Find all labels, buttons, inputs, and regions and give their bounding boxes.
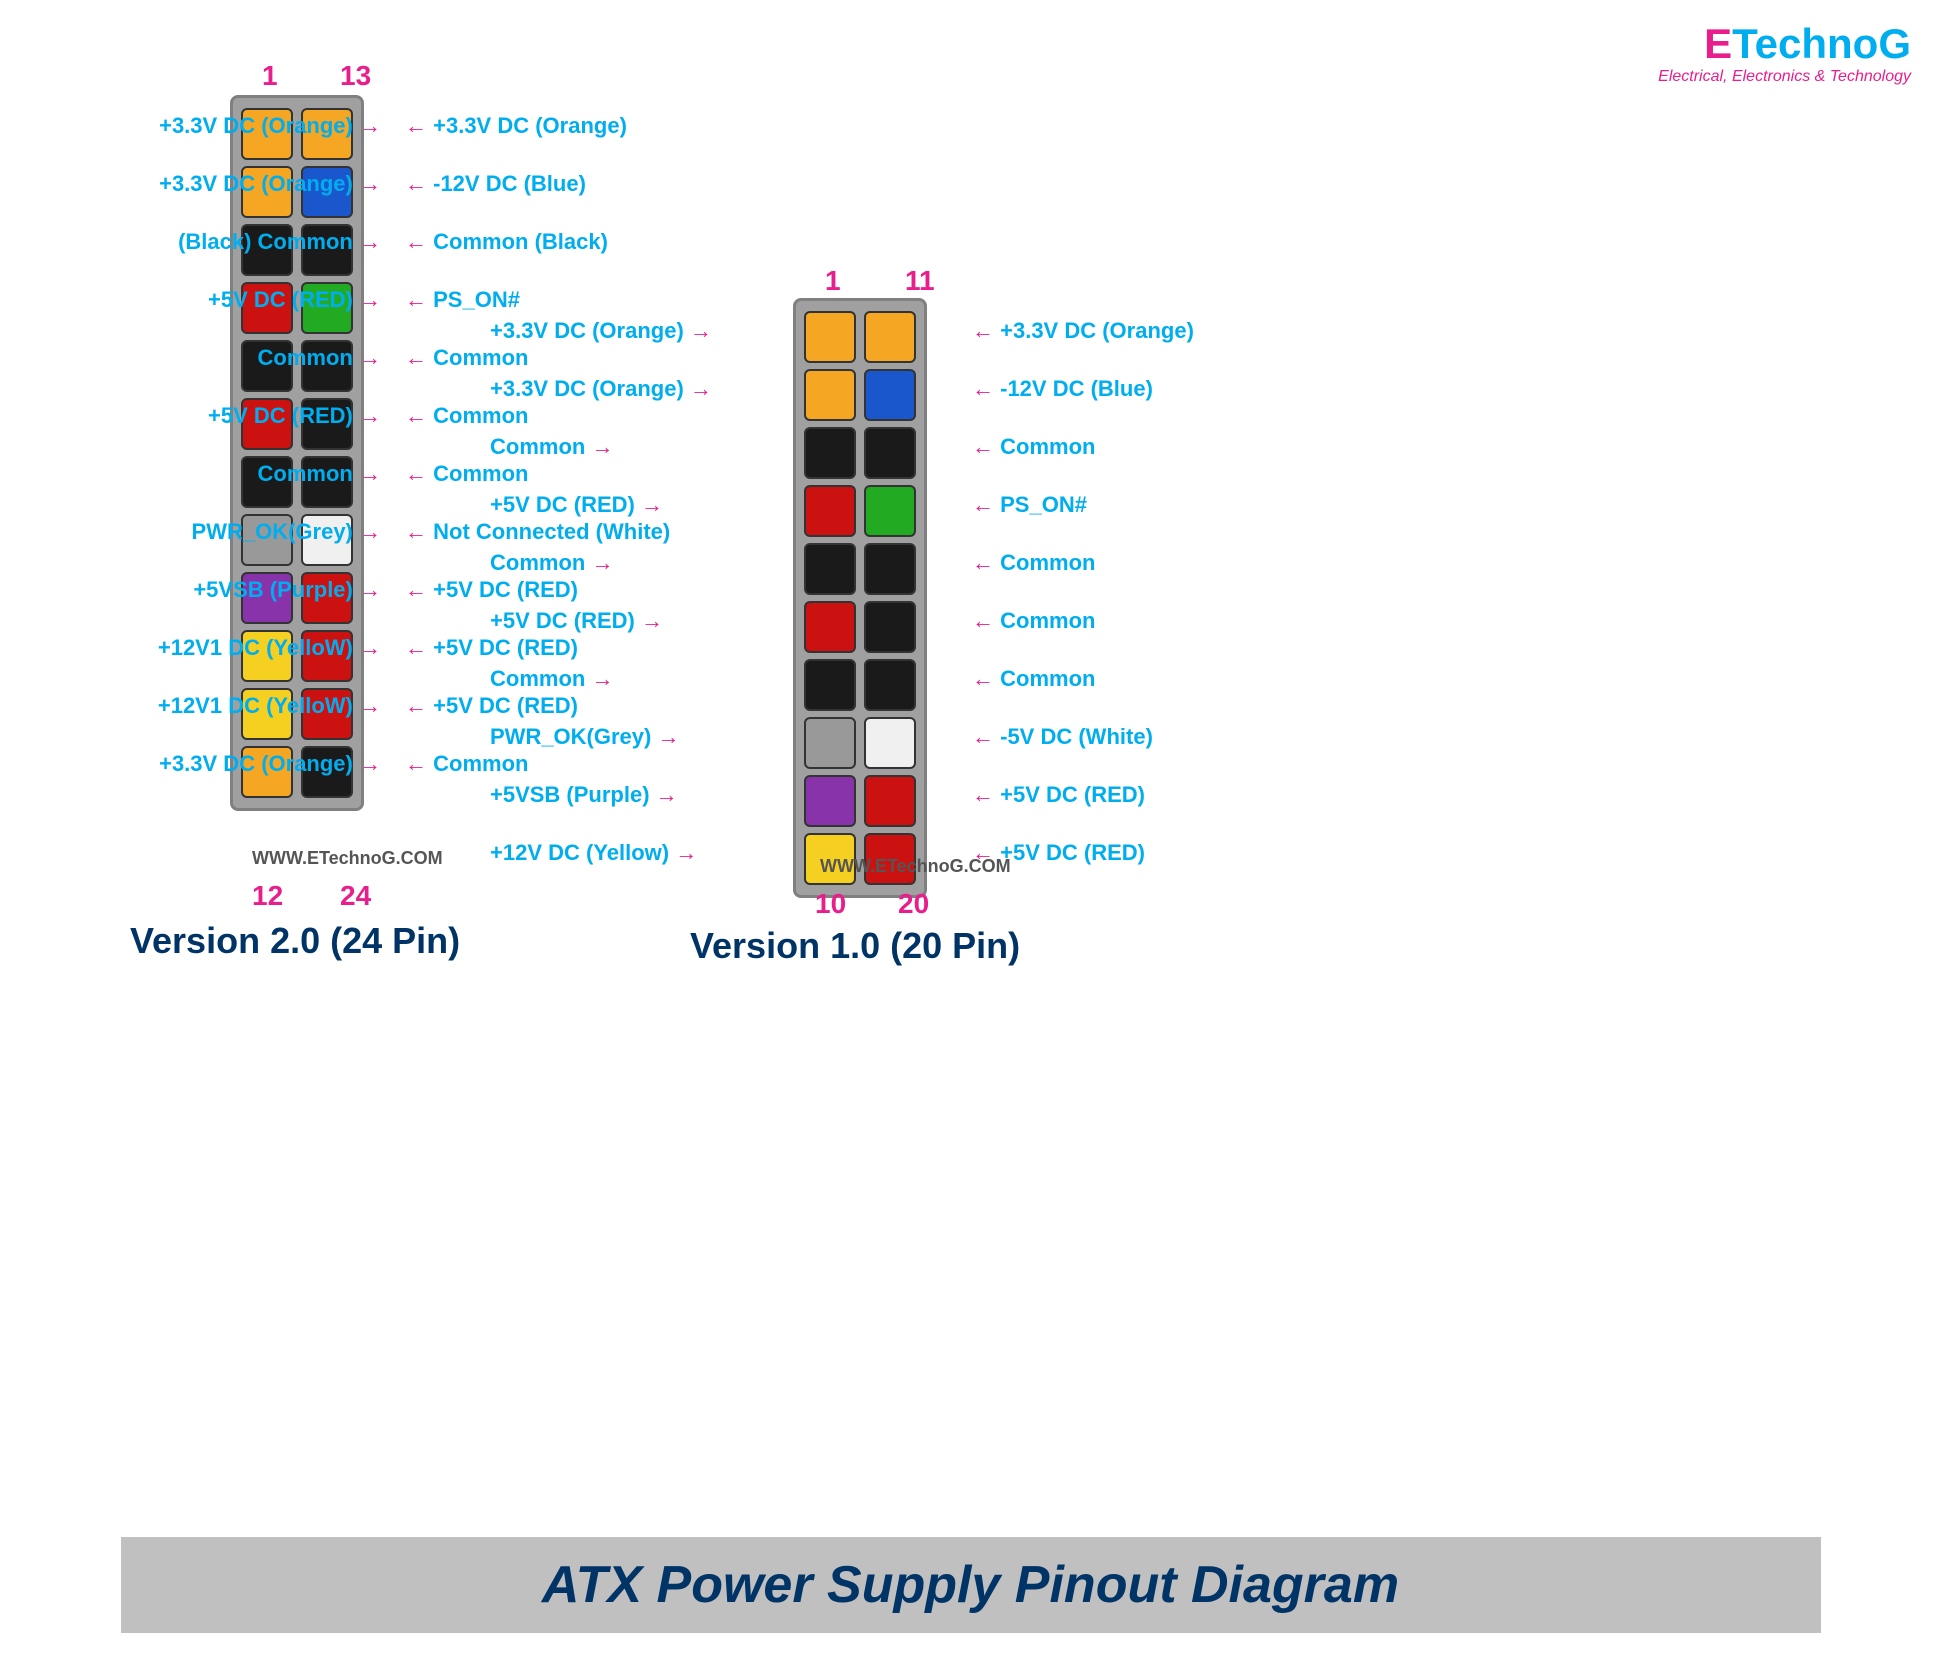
- pin20-7-left: [804, 659, 856, 711]
- label-24-right-7: Common: [405, 461, 528, 487]
- label-20-right-3: Common: [972, 434, 1095, 460]
- logo: ETechnoG Electrical, Electronics & Techn…: [1658, 20, 1911, 86]
- pin-num-11-20: 11: [905, 265, 935, 297]
- logo-e: E: [1704, 20, 1732, 67]
- label-20-left-8: PWR_OK(Grey): [490, 724, 679, 750]
- pin-num-24-24: 24: [340, 880, 371, 912]
- label-20-left-9: +5VSB (Purple): [490, 782, 678, 808]
- pin20-8-right: [864, 717, 916, 769]
- pin20-1-right: [864, 311, 916, 363]
- label-20-right-1: +3.3V DC (Orange): [972, 318, 1194, 344]
- pin20-9-left: [804, 775, 856, 827]
- pin20-4-left: [804, 485, 856, 537]
- label-24-right-1: +3.3V DC (Orange): [405, 113, 627, 139]
- title-text: ATX Power Supply Pinout Diagram: [542, 1556, 1399, 1614]
- pin20-6-left: [804, 601, 856, 653]
- watermark-20pin: WWW.ETechnoG.COM: [820, 856, 1011, 877]
- label-24-left-8: PWR_OK(Grey): [192, 519, 381, 545]
- logo-technog: TechnoG: [1732, 20, 1911, 67]
- watermark-24pin: WWW.ETechnoG.COM: [252, 848, 443, 869]
- pin20-row-6: [804, 601, 916, 653]
- label-20-left-10: +12V DC (Yellow): [490, 840, 697, 866]
- label-20-left-2: +3.3V DC (Orange): [490, 376, 712, 402]
- pin-num-1-24: 1: [262, 60, 278, 92]
- pin20-7-right: [864, 659, 916, 711]
- label-20-right-6: Common: [972, 608, 1095, 634]
- pin20-2-left: [804, 369, 856, 421]
- label-20-left-5: Common: [490, 550, 613, 576]
- label-20-left-7: Common: [490, 666, 613, 692]
- pin20-4-right: [864, 485, 916, 537]
- label-24-right-9: +5V DC (RED): [405, 577, 578, 603]
- label-24-right-6: Common: [405, 403, 528, 429]
- pin-num-20-20: 20: [898, 888, 929, 920]
- pin20-row-2: [804, 369, 916, 421]
- version-20-label: Version 1.0 (20 Pin): [690, 925, 1020, 967]
- label-24-right-12: Common: [405, 751, 528, 777]
- pin-num-13-24: 13: [340, 60, 371, 92]
- label-24-left-9: +5VSB (Purple): [193, 577, 381, 603]
- pin20-9-right: [864, 775, 916, 827]
- label-24-left-10: +12V1 DC (YelloW): [158, 635, 381, 661]
- label-24-left-7: Common: [258, 461, 381, 487]
- label-20-left-3: Common: [490, 434, 613, 460]
- pin20-8-left: [804, 717, 856, 769]
- pin20-row-1: [804, 311, 916, 363]
- label-24-left-6: +5V DC (RED): [208, 403, 381, 429]
- label-20-right-2: -12V DC (Blue): [972, 376, 1153, 402]
- label-24-left-11: +12V1 DC (YelloW): [158, 693, 381, 719]
- pin20-row-5: [804, 543, 916, 595]
- pin20-row-4: [804, 485, 916, 537]
- pin20-row-9: [804, 775, 916, 827]
- label-20-right-5: Common: [972, 550, 1095, 576]
- title-bar: ATX Power Supply Pinout Diagram: [121, 1537, 1821, 1633]
- label-24-left-5: Common: [258, 345, 381, 371]
- pin20-3-left: [804, 427, 856, 479]
- label-24-right-2: -12V DC (Blue): [405, 171, 586, 197]
- pin20-row-7: [804, 659, 916, 711]
- label-24-left-1: +3.3V DC (Orange): [159, 113, 381, 139]
- label-24-left-12: +3.3V DC (Orange): [159, 751, 381, 777]
- label-20-right-4: PS_ON#: [972, 492, 1087, 518]
- connector-20pin: [793, 298, 927, 898]
- label-24-right-8: Not Connected (White): [405, 519, 670, 545]
- label-24-right-5: Common: [405, 345, 528, 371]
- pin20-6-right: [864, 601, 916, 653]
- pin-num-12-24: 12: [252, 880, 283, 912]
- label-20-left-1: +3.3V DC (Orange): [490, 318, 712, 344]
- pin20-2-right: [864, 369, 916, 421]
- pin20-row-3: [804, 427, 916, 479]
- logo-subtitle: Electrical, Electronics & Technology: [1658, 68, 1911, 86]
- label-24-left-2: +3.3V DC (Orange): [159, 171, 381, 197]
- label-20-left-4: +5V DC (RED): [490, 492, 663, 518]
- pin20-3-right: [864, 427, 916, 479]
- pin20-5-right: [864, 543, 916, 595]
- page: ETechnoG Electrical, Electronics & Techn…: [0, 0, 1941, 1673]
- label-20-right-8: -5V DC (White): [972, 724, 1153, 750]
- label-24-right-3: Common (Black): [405, 229, 608, 255]
- pin-num-1-20: 1: [825, 265, 841, 297]
- version-24-label: Version 2.0 (24 Pin): [130, 920, 460, 962]
- pin-num-10-20: 10: [815, 888, 846, 920]
- label-20-right-7: Common: [972, 666, 1095, 692]
- label-24-left-4: +5V DC (RED): [208, 287, 381, 313]
- label-24-right-11: +5V DC (RED): [405, 693, 578, 719]
- pin20-row-8: [804, 717, 916, 769]
- label-20-left-6: +5V DC (RED): [490, 608, 663, 634]
- pin20-5-left: [804, 543, 856, 595]
- label-24-right-10: +5V DC (RED): [405, 635, 578, 661]
- label-24-right-4: PS_ON#: [405, 287, 520, 313]
- label-20-right-9: +5V DC (RED): [972, 782, 1145, 808]
- pin20-1-left: [804, 311, 856, 363]
- label-24-left-3: (Black) Common: [178, 229, 381, 255]
